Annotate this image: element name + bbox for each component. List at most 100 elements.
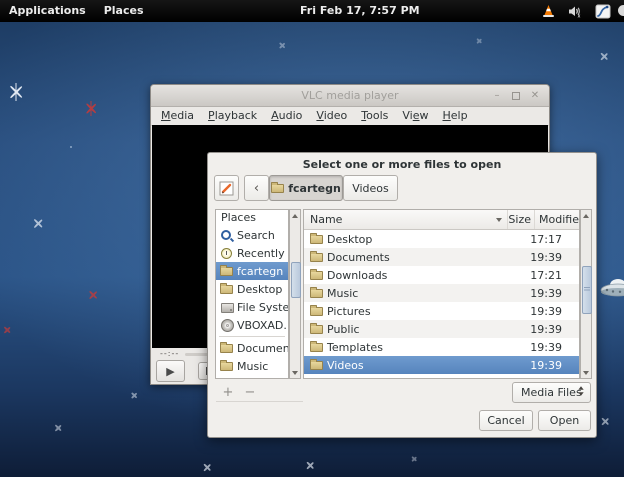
scroll-up-icon[interactable]	[581, 210, 591, 221]
menu-video[interactable]: Video	[309, 107, 354, 125]
file-open-dialog: Select one or more files to open ‹ fcart…	[207, 152, 597, 438]
table-row[interactable]: Music 19:39	[304, 284, 579, 302]
star-sparkle	[88, 290, 98, 300]
folder-icon	[310, 307, 323, 316]
menu-media[interactable]: Media	[154, 107, 201, 125]
table-row[interactable]: Pictures 19:39	[304, 302, 579, 320]
vlc-titlebar[interactable]: VLC media player – ✕	[151, 85, 549, 107]
vlc-cone-icon[interactable]	[542, 4, 555, 18]
cancel-button[interactable]: Cancel	[479, 410, 533, 431]
sidebar-item-label: VBOXAD...	[237, 319, 288, 332]
sidebar-separator	[219, 336, 285, 337]
star-sparkle	[600, 417, 609, 426]
clock-icon	[220, 247, 233, 259]
star-sparkle	[8, 84, 24, 100]
folder-icon	[220, 362, 233, 371]
sidebar-item-home[interactable]: fcartegn	[216, 262, 288, 280]
menu-view[interactable]: View	[395, 107, 435, 125]
type-filename-button[interactable]	[214, 175, 239, 201]
desktop: Applications Places Fri Feb 17, 7:57 PM …	[0, 0, 624, 477]
filter-value: Media Files	[521, 386, 582, 399]
table-row[interactable]: Templates 19:39	[304, 338, 579, 356]
pencil-icon	[219, 181, 234, 196]
minimize-icon[interactable]: –	[491, 91, 503, 101]
breadcrumb-home[interactable]: fcartegn	[269, 175, 343, 201]
file-modified: 17:21	[504, 269, 579, 282]
folder-icon	[310, 361, 323, 370]
file-list-scrollbar[interactable]	[580, 209, 592, 379]
play-button[interactable]: ▶	[156, 360, 185, 382]
scroll-down-icon[interactable]	[290, 367, 300, 378]
places-menu[interactable]: Places	[95, 0, 153, 22]
remove-bookmark-button[interactable]: −	[240, 385, 260, 400]
star-sparkle	[278, 42, 285, 49]
sidebar-item-recently-used[interactable]: Recently U...	[216, 244, 288, 262]
star-sparkle	[32, 218, 43, 229]
menu-playback[interactable]: Playback	[201, 107, 264, 125]
sidebar-scrollbar[interactable]	[289, 209, 301, 379]
star-sparkle	[411, 456, 417, 462]
menu-help[interactable]: Help	[436, 107, 475, 125]
table-row-selected[interactable]: Videos 19:39	[304, 356, 579, 374]
file-modified: 19:39	[504, 359, 579, 372]
scroll-down-icon[interactable]	[581, 367, 591, 378]
folder-icon	[220, 285, 233, 294]
sidebar-item-desktop[interactable]: Desktop	[216, 280, 288, 298]
maximize-icon[interactable]	[512, 92, 520, 100]
folder-icon	[271, 184, 284, 193]
tablet-input-icon[interactable]	[595, 4, 611, 19]
sort-indicator-icon	[496, 218, 502, 222]
scrollbar-thumb[interactable]	[291, 262, 301, 298]
star-sparkle	[84, 102, 97, 115]
volume-icon[interactable]: x	[568, 5, 582, 18]
scroll-up-icon[interactable]	[290, 210, 300, 221]
sidebar-item-vbox-cd[interactable]: VBOXAD...	[216, 316, 288, 334]
table-row[interactable]: Desktop 17:17	[304, 230, 579, 248]
table-row[interactable]: Downloads 17:21	[304, 266, 579, 284]
system-tray: x	[542, 0, 624, 22]
breadcrumb-videos[interactable]: Videos	[343, 175, 398, 201]
menu-audio[interactable]: Audio	[264, 107, 309, 125]
sidebar-item-label: Recently U...	[237, 247, 288, 260]
sidebar-item-label: File System	[237, 301, 288, 314]
column-header-name[interactable]: Name	[304, 210, 507, 229]
star-sparkle	[305, 461, 314, 470]
sidebar-item-file-system[interactable]: File System	[216, 298, 288, 316]
folder-icon	[310, 343, 323, 352]
folder-icon	[310, 289, 323, 298]
table-row[interactable]: Public 19:39	[304, 320, 579, 338]
drive-icon	[220, 301, 233, 313]
sidebar-item-documents[interactable]: Documents	[216, 339, 288, 357]
sidebar-item-label: fcartegn	[237, 265, 283, 278]
sidebar-item-label: Music	[237, 360, 268, 373]
panel-clock[interactable]: Fri Feb 17, 7:57 PM	[300, 0, 420, 22]
table-row[interactable]: Documents 19:39	[304, 248, 579, 266]
file-modified: 19:39	[504, 251, 579, 264]
column-header-modified[interactable]: Modified	[534, 210, 579, 229]
scrollbar-thumb[interactable]	[582, 266, 592, 314]
close-icon[interactable]: ✕	[529, 91, 541, 101]
places-header: Places	[216, 210, 288, 226]
star-sparkle	[130, 392, 137, 399]
open-button[interactable]: Open	[538, 410, 591, 431]
vlc-window-controls: – ✕	[491, 85, 541, 106]
footer-separator	[216, 401, 303, 402]
add-bookmark-button[interactable]: +	[218, 385, 238, 400]
sidebar-item-search[interactable]: Search	[216, 226, 288, 244]
applications-menu[interactable]: Applications	[0, 0, 95, 22]
places-sidebar: Places Search Recently U... fcartegn Des…	[215, 209, 289, 379]
disc-icon	[220, 319, 233, 331]
sidebar-item-music[interactable]: Music	[216, 357, 288, 375]
star-sparkle	[599, 52, 608, 61]
file-type-filter-dropdown[interactable]: Media Files	[512, 382, 591, 403]
menu-tools[interactable]: Tools	[354, 107, 395, 125]
breadcrumb-label: fcartegn	[288, 182, 341, 195]
sidebar-item-label: Search	[237, 229, 275, 242]
back-button[interactable]: ‹	[244, 175, 269, 201]
file-list-header: Name Size Modified	[304, 210, 579, 230]
file-name: Desktop	[323, 233, 504, 246]
column-header-size[interactable]: Size	[507, 210, 534, 229]
back-chevron-icon: ‹	[254, 181, 259, 196]
breadcrumb-label: Videos	[352, 182, 389, 195]
search-icon	[220, 229, 233, 241]
